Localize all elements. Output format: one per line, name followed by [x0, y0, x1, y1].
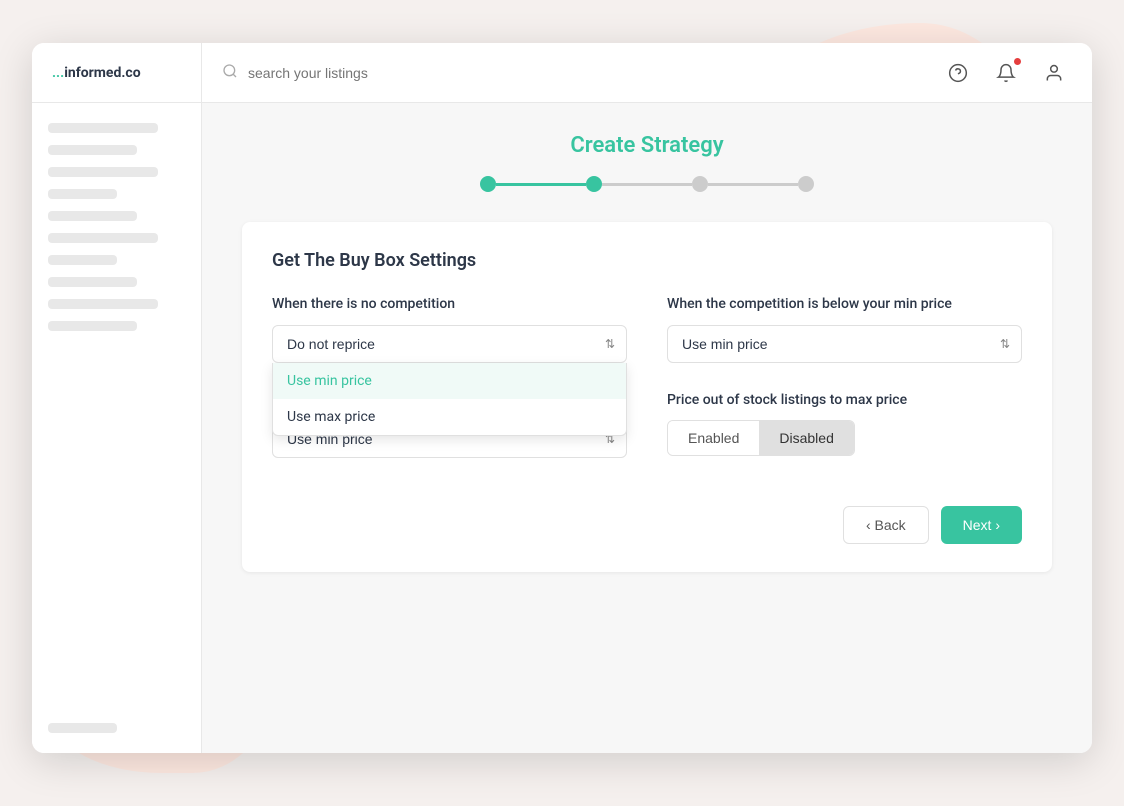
- main-layout: Create Strategy Get The Buy Box Settings: [32, 103, 1092, 753]
- step-1-dot: [480, 176, 496, 192]
- competition-below-label: When the competition is below your min p…: [667, 295, 1022, 315]
- competition-below-select-wrapper: Use min price Use max price Do not repri…: [667, 325, 1022, 363]
- profile-icon[interactable]: [1040, 59, 1068, 87]
- form-grid: When there is no competition Do not repr…: [272, 295, 1022, 458]
- step-2-dot: [586, 176, 602, 192]
- step-3-dot: [692, 176, 708, 192]
- step-4-dot: [798, 176, 814, 192]
- sidebar-skeleton-11: [48, 723, 117, 733]
- no-competition-select[interactable]: Do not reprice Use min price Use max pri…: [272, 325, 627, 363]
- notification-icon[interactable]: [992, 59, 1020, 87]
- price-out-of-stock-label: Price out of stock listings to max price: [667, 391, 1022, 411]
- notification-badge: [1013, 57, 1022, 66]
- next-button[interactable]: Next ›: [941, 506, 1022, 544]
- no-competition-select-wrapper: Do not reprice Use min price Use max pri…: [272, 325, 627, 363]
- step-line-3: [708, 183, 798, 186]
- logo-text: ...informed.co: [52, 65, 141, 81]
- app-window: ...informed.co: [32, 43, 1092, 753]
- no-competition-group: When there is no competition Do not repr…: [272, 295, 627, 363]
- page-title: Create Strategy: [570, 133, 723, 158]
- header-icons: [920, 59, 1092, 87]
- no-competition-dropdown: Use min price Use max price: [272, 363, 627, 436]
- dropdown-item-use-min-price[interactable]: Use min price: [273, 363, 626, 399]
- search-icon: [222, 63, 238, 83]
- logo: ...informed.co: [32, 43, 202, 103]
- sidebar-skeleton-5: [48, 211, 137, 221]
- competition-below-select[interactable]: Use min price Use max price Do not repri…: [667, 325, 1022, 363]
- sidebar-skeleton-1: [48, 123, 158, 133]
- sidebar: [32, 103, 202, 753]
- dropdown-item-use-max-price[interactable]: Use max price: [273, 399, 626, 435]
- toggle-disabled-btn[interactable]: Disabled: [759, 421, 853, 455]
- sidebar-skeleton-7: [48, 255, 117, 265]
- sidebar-skeleton-2: [48, 145, 137, 155]
- sidebar-skeleton-4: [48, 189, 117, 199]
- settings-card: Get The Buy Box Settings When there is n…: [242, 222, 1052, 572]
- progress-stepper: [480, 176, 814, 192]
- header: ...informed.co: [32, 43, 1092, 103]
- price-out-of-stock-group: Price out of stock listings to max price…: [667, 391, 1022, 459]
- sidebar-skeleton-9: [48, 299, 158, 309]
- content-area: Create Strategy Get The Buy Box Settings: [202, 103, 1092, 753]
- card-title: Get The Buy Box Settings: [272, 250, 1022, 271]
- sidebar-skeleton-3: [48, 167, 158, 177]
- step-line-1: [496, 183, 586, 186]
- card-actions: ‹ Back Next ›: [272, 490, 1022, 544]
- toggle-enabled-btn[interactable]: Enabled: [668, 421, 759, 455]
- help-icon[interactable]: [944, 59, 972, 87]
- step-line-2: [602, 183, 692, 186]
- back-button[interactable]: ‹ Back: [843, 506, 929, 544]
- sidebar-skeleton-8: [48, 277, 137, 287]
- search-bar: [202, 63, 920, 83]
- competition-below-group: When the competition is below your min p…: [667, 295, 1022, 363]
- toggle-group: Enabled Disabled: [667, 420, 855, 456]
- sidebar-skeleton-10: [48, 321, 137, 331]
- search-input[interactable]: [248, 65, 900, 81]
- no-competition-label: When there is no competition: [272, 295, 627, 315]
- sidebar-skeleton-6: [48, 233, 158, 243]
